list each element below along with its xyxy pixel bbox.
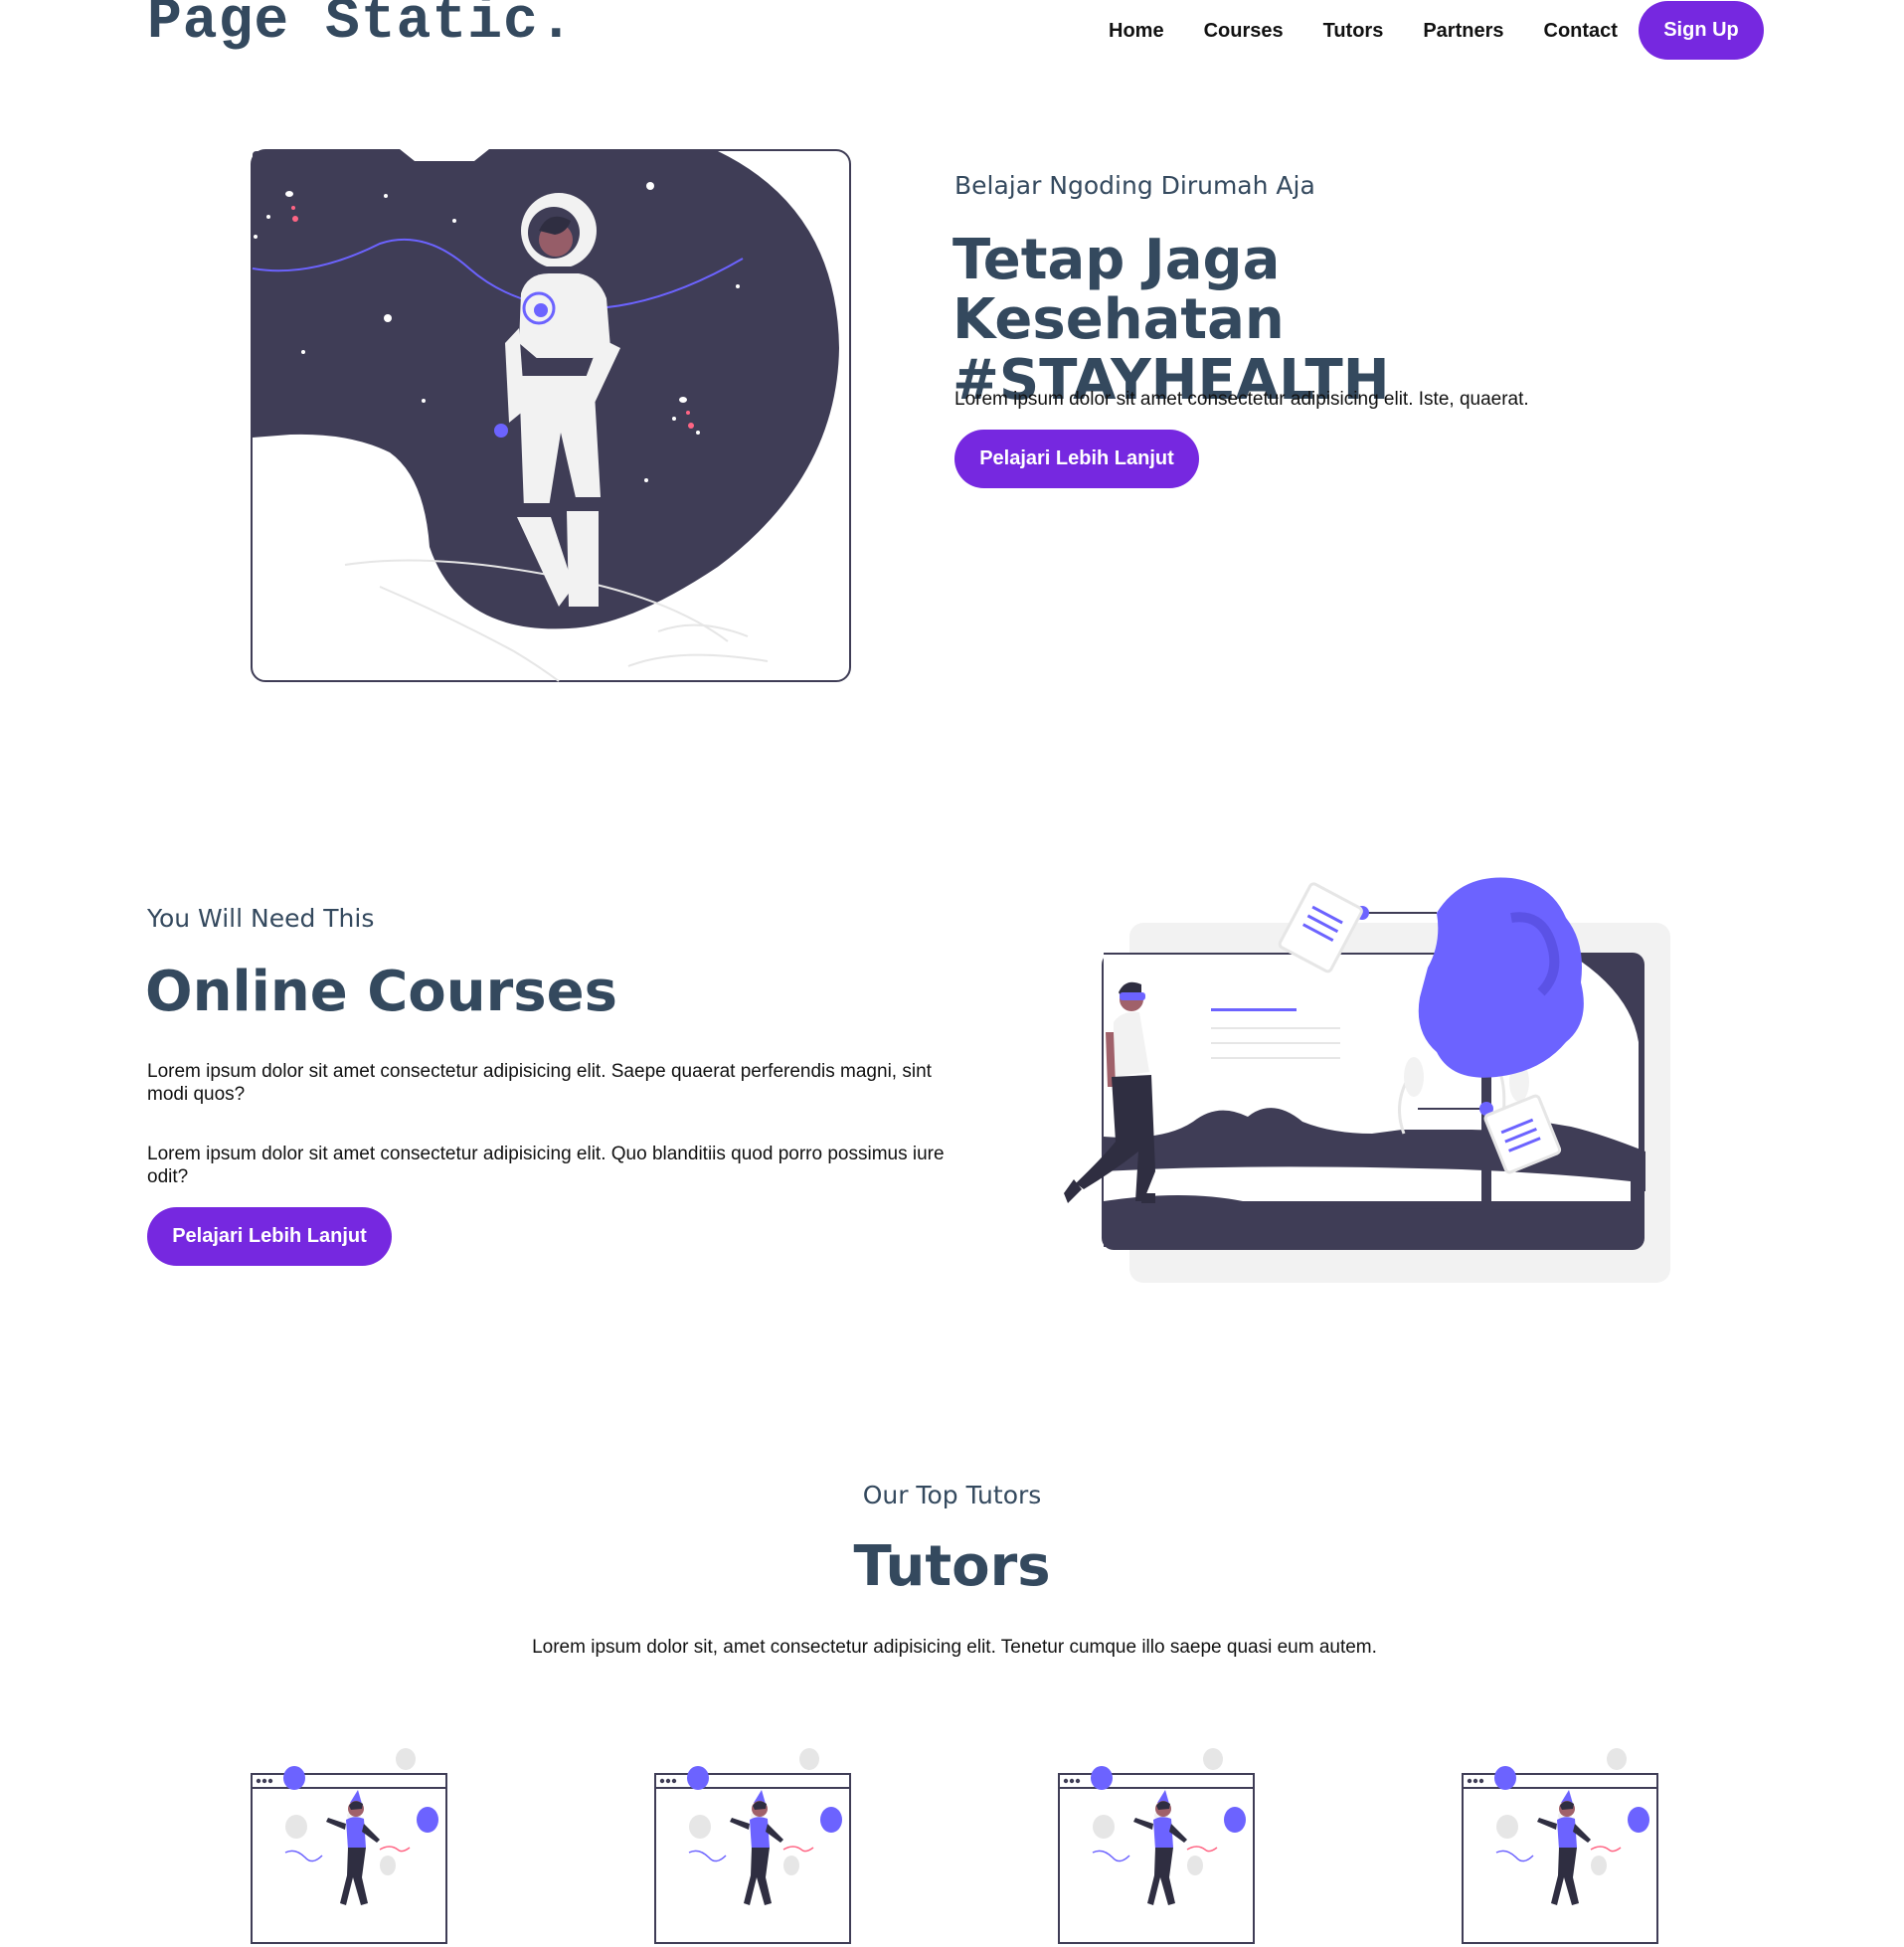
tutors-kicker: Our Top Tutors: [862, 1481, 1042, 1509]
tutor-card-illustration: [251, 1748, 447, 1944]
hero-kicker: Belajar Ngoding Dirumah Aja: [954, 171, 1315, 200]
astronaut-illustration: [251, 149, 851, 682]
courses-learn-more-button[interactable]: Pelajari Lebih Lanjut: [147, 1207, 392, 1266]
main-nav: Home Courses Tutors Partners Contact: [1094, 0, 1618, 62]
nav-contact[interactable]: Contact: [1544, 20, 1618, 43]
tutor-card-illustration: [654, 1748, 851, 1944]
tutors-text: Lorem ipsum dolor sit, amet consectetur …: [532, 1637, 1377, 1658]
nav-partners[interactable]: Partners: [1423, 20, 1503, 43]
nav-courses[interactable]: Courses: [1204, 20, 1284, 43]
site-logo[interactable]: Page Static.: [147, 0, 575, 52]
signup-button[interactable]: Sign Up: [1639, 1, 1764, 60]
hero-learn-more-button[interactable]: Pelajari Lebih Lanjut: [954, 430, 1199, 488]
tutors-title: Tutors: [853, 1534, 1051, 1599]
hero-title: Tetap Jaga Kesehatan #STAYHEALTH: [952, 228, 1390, 413]
tutor-card-illustration: [1058, 1748, 1255, 1944]
online-courses-illustration: [1064, 877, 1670, 1283]
hero-text: Lorem ipsum dolor sit amet consectetur a…: [954, 389, 1529, 410]
nav-home[interactable]: Home: [1109, 20, 1164, 43]
tutor-card-illustration: [1462, 1748, 1658, 1944]
courses-text-2: Lorem ipsum dolor sit amet consectetur a…: [147, 1144, 945, 1187]
courses-kicker: You Will Need This: [147, 904, 375, 933]
courses-title: Online Courses: [145, 960, 617, 1024]
courses-text-1: Lorem ipsum dolor sit amet consectetur a…: [147, 1061, 932, 1105]
nav-tutors[interactable]: Tutors: [1323, 20, 1384, 43]
